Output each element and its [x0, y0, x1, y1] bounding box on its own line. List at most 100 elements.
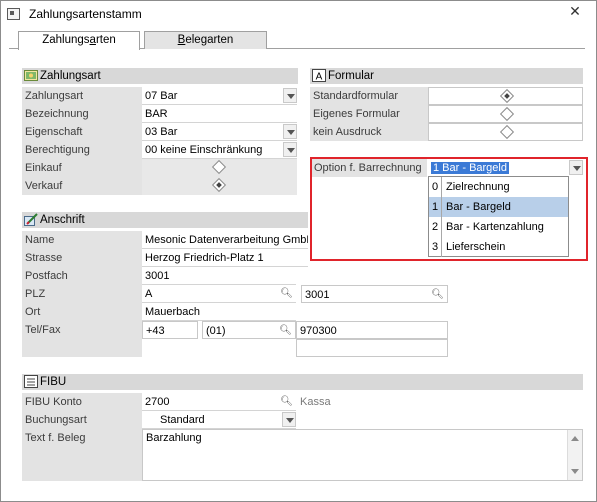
- text-beleg-textarea[interactable]: Barzahlung: [142, 429, 583, 481]
- label-postfach: Postfach: [22, 267, 142, 285]
- option-text: Lieferschein: [446, 241, 506, 253]
- window-title: Zahlungsartenstamm: [29, 7, 142, 21]
- label-bezeichnung: Bezeichnung: [22, 105, 142, 123]
- label-eigenes-formular: Eigenes Formular: [310, 105, 428, 123]
- buchungsart-value: Standard: [160, 414, 205, 426]
- eigenes-formular-option[interactable]: [428, 105, 583, 123]
- tel-area-value: (01): [206, 325, 226, 337]
- bezeichnung-field[interactable]: BAR: [142, 105, 297, 123]
- magnifier-icon[interactable]: 🔍︎: [431, 287, 444, 302]
- option-number: 0: [429, 177, 442, 197]
- svg-text:A: A: [316, 72, 323, 83]
- barrechnung-dropdown-list: 0 Zielrechnung 1 Bar - Bargeld 2 Bar - K…: [428, 176, 569, 257]
- label-buchungsart: Buchungsart: [22, 411, 142, 429]
- magnifier-icon[interactable]: 🔍︎: [280, 286, 293, 302]
- standardformular-option[interactable]: [428, 87, 583, 105]
- window-icon: [7, 8, 20, 20]
- plz-field[interactable]: 3001 🔍︎: [301, 285, 448, 303]
- letter-a-icon: A: [312, 69, 326, 82]
- tab-label: rten: [95, 34, 116, 46]
- tel-number-field[interactable]: 970300: [296, 321, 448, 339]
- dropdown-option[interactable]: 2 Bar - Kartenzahlung: [429, 217, 568, 237]
- label-ort: Ort: [22, 303, 142, 321]
- kein-ausdruck-radio[interactable]: [499, 124, 515, 140]
- chevron-down-icon[interactable]: [283, 88, 297, 103]
- section-zahlungsart: Zahlungsart: [22, 68, 298, 84]
- magnifier-icon[interactable]: 🔍︎: [280, 394, 293, 410]
- verkauf-checkbox[interactable]: [211, 177, 227, 193]
- label-telfax-row2: [22, 339, 142, 357]
- chevron-down-icon[interactable]: [282, 412, 296, 427]
- zahlungsart-value: 07 Bar: [145, 90, 178, 102]
- verkauf-field[interactable]: [142, 177, 297, 195]
- fax-number-field[interactable]: [296, 339, 448, 357]
- strasse-field[interactable]: Herzog Friedrich-Platz 1: [142, 249, 308, 267]
- option-number: 2: [429, 217, 442, 237]
- eigenes-formular-radio[interactable]: [499, 106, 515, 122]
- eigenschaft-select[interactable]: 03 Bar: [142, 123, 297, 141]
- tab-belegarten[interactable]: Belegarten: [144, 31, 267, 49]
- scroll-down-icon[interactable]: [571, 469, 579, 474]
- close-icon[interactable]: ✕: [567, 3, 583, 19]
- scroll-up-icon[interactable]: [571, 436, 579, 441]
- textarea-scrollbar[interactable]: [567, 430, 582, 480]
- label-telfax: Tel/Fax: [22, 321, 142, 339]
- einkauf-checkbox[interactable]: [211, 159, 227, 175]
- ledger-icon: [24, 375, 38, 388]
- buchungsart-select[interactable]: Standard: [142, 411, 296, 429]
- label-name: Name: [22, 231, 142, 249]
- fibu-konto-name: Kassa: [297, 393, 448, 411]
- label-standardformular: Standardformular: [310, 87, 428, 105]
- plz-country-field[interactable]: A 🔍︎: [142, 285, 296, 303]
- label-einkauf: Einkauf: [22, 159, 142, 177]
- tel-country-field[interactable]: +43: [142, 321, 198, 339]
- berechtigung-value: 00 keine Einschränkung: [145, 144, 263, 156]
- label-berechtigung: Berechtigung: [22, 141, 142, 159]
- chevron-down-icon[interactable]: [283, 124, 297, 139]
- postfach-field[interactable]: 3001: [142, 267, 296, 285]
- eigenschaft-value: 03 Bar: [145, 126, 178, 138]
- label-plz: PLZ: [22, 285, 142, 303]
- option-text: Bar - Bargeld: [446, 201, 511, 213]
- standardformular-radio[interactable]: [499, 88, 515, 104]
- section-anschrift: Anschrift: [22, 212, 308, 228]
- dropdown-option[interactable]: 0 Zielrechnung: [429, 177, 568, 197]
- label-zahlungsart: Zahlungsart: [22, 87, 142, 105]
- plz-value: 3001: [305, 289, 330, 301]
- dropdown-option-selected[interactable]: 1 Bar - Bargeld: [429, 197, 568, 217]
- chevron-down-icon[interactable]: [283, 142, 297, 157]
- fibu-konto-field[interactable]: 2700 🔍︎: [142, 393, 296, 411]
- text-beleg-value: Barzahlung: [146, 432, 202, 444]
- window: Zahlungsartenstamm ✕ Zahlungsarten Beleg…: [0, 0, 597, 502]
- dropdown-option[interactable]: 3 Lieferschein: [429, 237, 568, 257]
- section-title: Anschrift: [40, 214, 85, 226]
- section-title: FIBU: [40, 376, 67, 388]
- kein-ausdruck-option[interactable]: [428, 123, 583, 141]
- option-number: 1: [429, 197, 442, 217]
- payment-card-icon: [24, 70, 38, 81]
- label-kein-ausdruck: kein Ausdruck: [310, 123, 428, 141]
- section-fibu: FIBU: [22, 374, 583, 390]
- einkauf-field[interactable]: [142, 159, 297, 177]
- label-verkauf: Verkauf: [22, 177, 142, 195]
- section-title: Formular: [328, 70, 375, 82]
- name-field[interactable]: Mesonic Datenverarbeitung GmbH: [142, 231, 308, 249]
- zahlungsart-select[interactable]: 07 Bar: [142, 87, 297, 105]
- label-eigenschaft: Eigenschaft: [22, 123, 142, 141]
- title-bar: Zahlungsartenstamm ✕: [1, 1, 596, 27]
- berechtigung-select[interactable]: 00 keine Einschränkung: [142, 141, 297, 159]
- fibu-konto-value: 2700: [145, 396, 170, 408]
- tel-area-field[interactable]: (01) 🔍︎: [202, 321, 296, 339]
- tab-label: Zahlungs: [42, 34, 90, 46]
- ort-field[interactable]: Mauerbach: [142, 303, 296, 321]
- magnifier-icon[interactable]: 🔍︎: [279, 323, 292, 338]
- plz-country-value: A: [145, 288, 153, 300]
- section-title: Zahlungsart: [40, 70, 101, 82]
- tab-zahlungsarten[interactable]: Zahlungsarten: [18, 31, 140, 50]
- option-number: 3: [429, 237, 442, 257]
- label-text-beleg: Text f. Beleg: [22, 429, 142, 481]
- section-formular: A Formular: [310, 68, 583, 84]
- option-text: Bar - Kartenzahlung: [446, 221, 544, 233]
- pen-address-icon: [24, 213, 38, 226]
- label-fibu-konto: FIBU Konto: [22, 393, 142, 411]
